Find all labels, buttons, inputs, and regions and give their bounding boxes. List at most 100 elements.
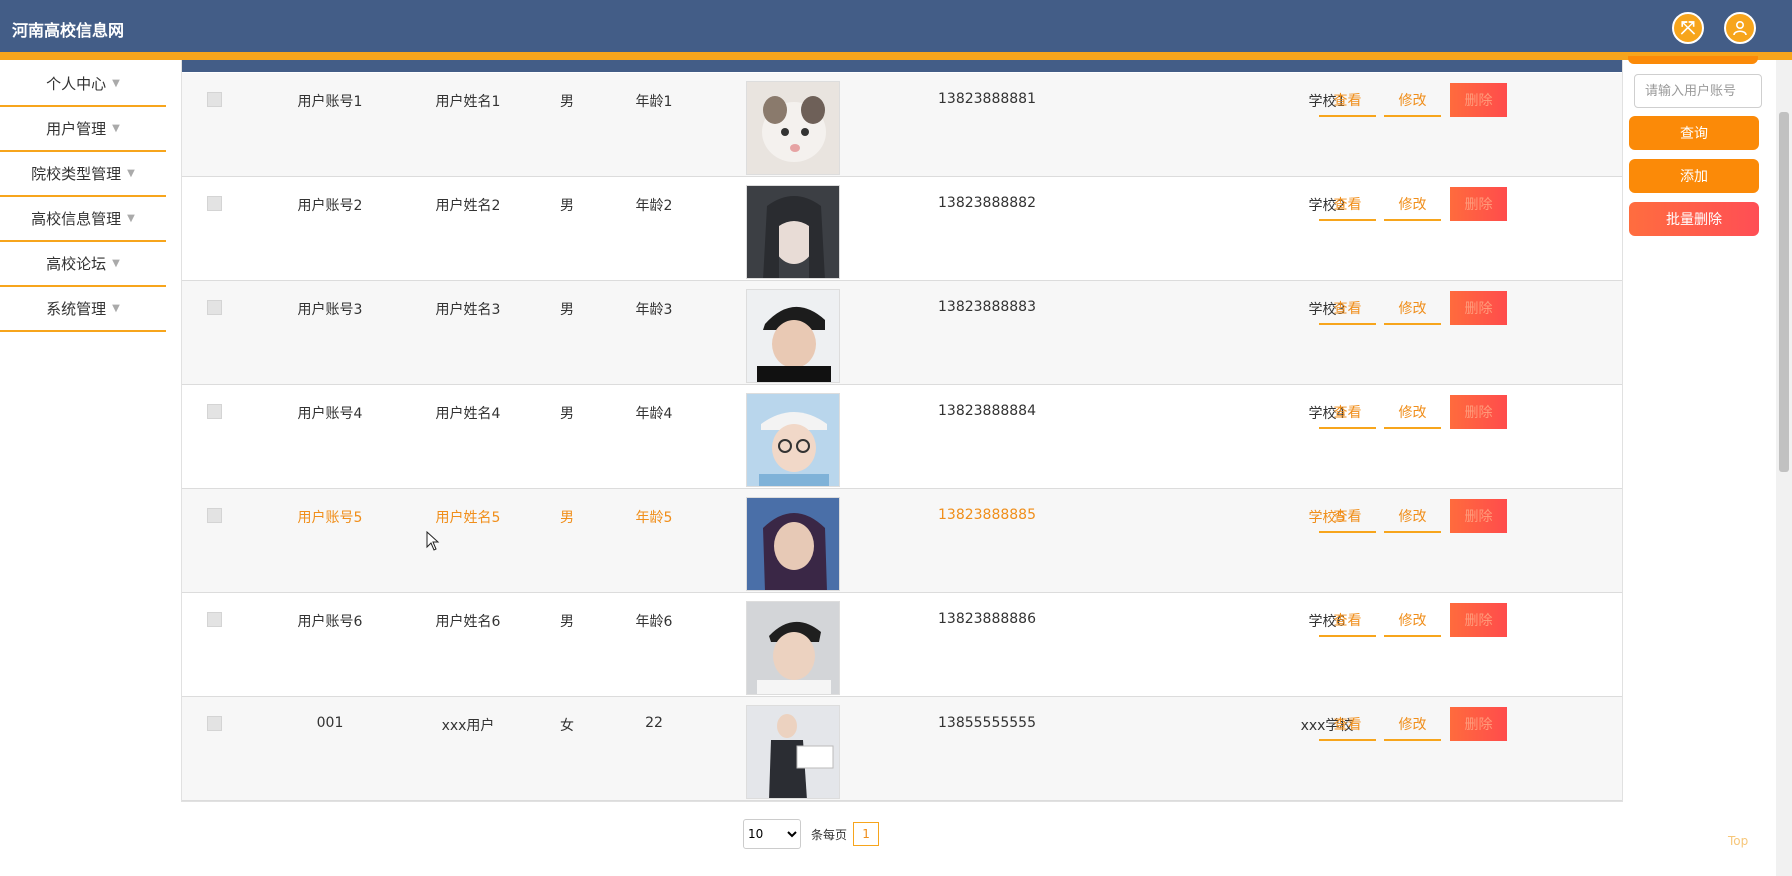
row-checkbox[interactable] [207,612,222,627]
row-checkbox[interactable] [207,508,222,523]
cell-account: 用户账号5 [297,510,363,526]
cell-age: 年龄3 [635,302,673,318]
caret-down-icon: ▼ [112,258,120,269]
table-row: 001 xxx用户 女 22 13855555555 xxx学校 查看 修改 删… [182,697,1622,801]
delete-button[interactable]: 删除 [1450,187,1507,221]
query-button[interactable]: 查询 [1629,116,1759,150]
cell-name: 用户姓名2 [435,198,501,214]
user-photo [746,185,840,279]
row-checkbox[interactable] [207,196,222,211]
view-button[interactable]: 查看 [1319,605,1376,637]
cell-phone: 13823888886 [938,611,1036,627]
pagination: 10 条每页 1 [743,819,880,849]
cell-account: 用户账号1 [297,94,363,110]
edit-button[interactable]: 修改 [1384,397,1441,429]
cell-name: xxx用户 [441,718,495,734]
edit-button[interactable]: 修改 [1384,189,1441,221]
table-header-bar [182,60,1622,72]
user-table: 用户账号1 用户姓名1 男 年龄1 13823888881 学校1 查看 修改 … [181,60,1623,802]
edit-button[interactable]: 修改 [1384,293,1441,325]
search-input[interactable] [1634,74,1762,108]
sidebar-item-university-info-management[interactable]: 高校信息管理 ▼ [0,197,166,242]
cell-phone: 13823888885 [938,507,1036,523]
delete-button[interactable]: 删除 [1450,291,1507,325]
batch-delete-button[interactable]: 批量删除 [1629,202,1759,236]
back-to-top-link[interactable]: Top [1728,834,1748,848]
panel-top-strip [1628,56,1758,64]
user-avatar-icon[interactable] [1724,12,1756,44]
view-button[interactable]: 查看 [1319,189,1376,221]
cell-sex: 女 [560,718,574,734]
delete-button[interactable]: 删除 [1450,499,1507,533]
scrollbar-thumb[interactable] [1779,112,1789,472]
caret-down-icon: ▼ [127,213,135,224]
sidebar-item-label: 系统管理 [46,300,107,318]
cell-phone: 13823888881 [938,91,1036,107]
cell-age: 年龄5 [635,510,673,526]
cell-name: 用户姓名4 [435,406,501,422]
view-button[interactable]: 查看 [1319,501,1376,533]
cell-age: 年龄1 [635,94,673,110]
edit-button[interactable]: 修改 [1384,501,1441,533]
sidebar-item-label: 个人中心 [46,75,107,93]
sidebar-item-personal-center[interactable]: 个人中心 ▼ [0,62,166,107]
delete-button[interactable]: 删除 [1450,395,1507,429]
table-row: 用户账号4 用户姓名4 男 年龄4 13823888884 学校4 查看 修改 … [182,385,1622,489]
sidebar-item-system-management[interactable]: 系统管理 ▼ [0,287,166,332]
page-size-select[interactable]: 10 [743,819,801,849]
delete-button[interactable]: 删除 [1450,603,1507,637]
edit-button[interactable]: 修改 [1384,85,1441,117]
view-button[interactable]: 查看 [1319,709,1376,741]
cell-sex: 男 [560,302,574,318]
page-number-button[interactable]: 1 [853,822,880,846]
table-row: 用户账号6 用户姓名6 男 年龄6 13823888886 学校6 查看 修改 … [182,593,1622,697]
cell-sex: 男 [560,614,574,630]
cell-name: 用户姓名6 [435,614,501,630]
caret-down-icon: ▼ [112,123,120,134]
user-photo [746,289,840,383]
scrollbar[interactable] [1776,60,1792,876]
person-icon [1733,20,1747,36]
cell-age: 22 [645,715,663,731]
user-photo [746,705,840,799]
sidebar-menu: 个人中心 ▼ 用户管理 ▼ 院校类型管理 ▼ 高校信息管理 ▼ 高校论坛 ▼ 系… [0,62,166,332]
table-row: 用户账号3 用户姓名3 男 年龄3 13823888883 学校3 查看 修改 … [182,281,1622,385]
cell-phone: 13823888884 [938,403,1036,419]
site-title: 河南高校信息网 [12,21,125,40]
cell-phone: 13823888883 [938,299,1036,315]
table-row: 用户账号2 用户姓名2 男 年龄2 13823888882 学校2 查看 修改 … [182,177,1622,281]
view-button[interactable]: 查看 [1319,397,1376,429]
sidebar-item-label: 高校论坛 [46,255,107,273]
delete-button[interactable]: 删除 [1450,707,1507,741]
fullscreen-icon[interactable]: ⤧ [1672,12,1704,44]
user-photo [746,81,840,175]
row-checkbox[interactable] [207,300,222,315]
row-checkbox[interactable] [207,92,222,107]
table-row: 用户账号5 用户姓名5 男 年龄5 13823888885 学校5 查看 修改 … [182,489,1622,593]
sidebar-item-label: 院校类型管理 [31,165,122,183]
per-page-label: 条每页 [811,827,848,842]
edit-button[interactable]: 修改 [1384,605,1441,637]
cell-phone: 13855555555 [938,715,1036,731]
sidebar-item-forum[interactable]: 高校论坛 ▼ [0,242,166,287]
cell-phone: 13823888882 [938,195,1036,211]
delete-button[interactable]: 删除 [1450,83,1507,117]
sidebar-item-label: 用户管理 [46,120,107,138]
add-button[interactable]: 添加 [1629,159,1759,193]
table-row: 用户账号1 用户姓名1 男 年龄1 13823888881 学校1 查看 修改 … [182,73,1622,177]
row-checkbox[interactable] [207,404,222,419]
caret-down-icon: ▼ [112,303,120,314]
row-checkbox[interactable] [207,716,222,731]
cell-name: 用户姓名5 [435,510,501,526]
cell-account: 用户账号4 [297,406,363,422]
cell-sex: 男 [560,94,574,110]
cell-account: 用户账号6 [297,614,363,630]
view-button[interactable]: 查看 [1319,293,1376,325]
caret-down-icon: ▼ [112,78,120,89]
view-button[interactable]: 查看 [1319,85,1376,117]
edit-button[interactable]: 修改 [1384,709,1441,741]
sidebar-item-user-management[interactable]: 用户管理 ▼ [0,107,166,152]
sidebar-item-label: 高校信息管理 [31,210,122,228]
cell-age: 年龄6 [635,614,673,630]
sidebar-item-school-type-management[interactable]: 院校类型管理 ▼ [0,152,166,197]
